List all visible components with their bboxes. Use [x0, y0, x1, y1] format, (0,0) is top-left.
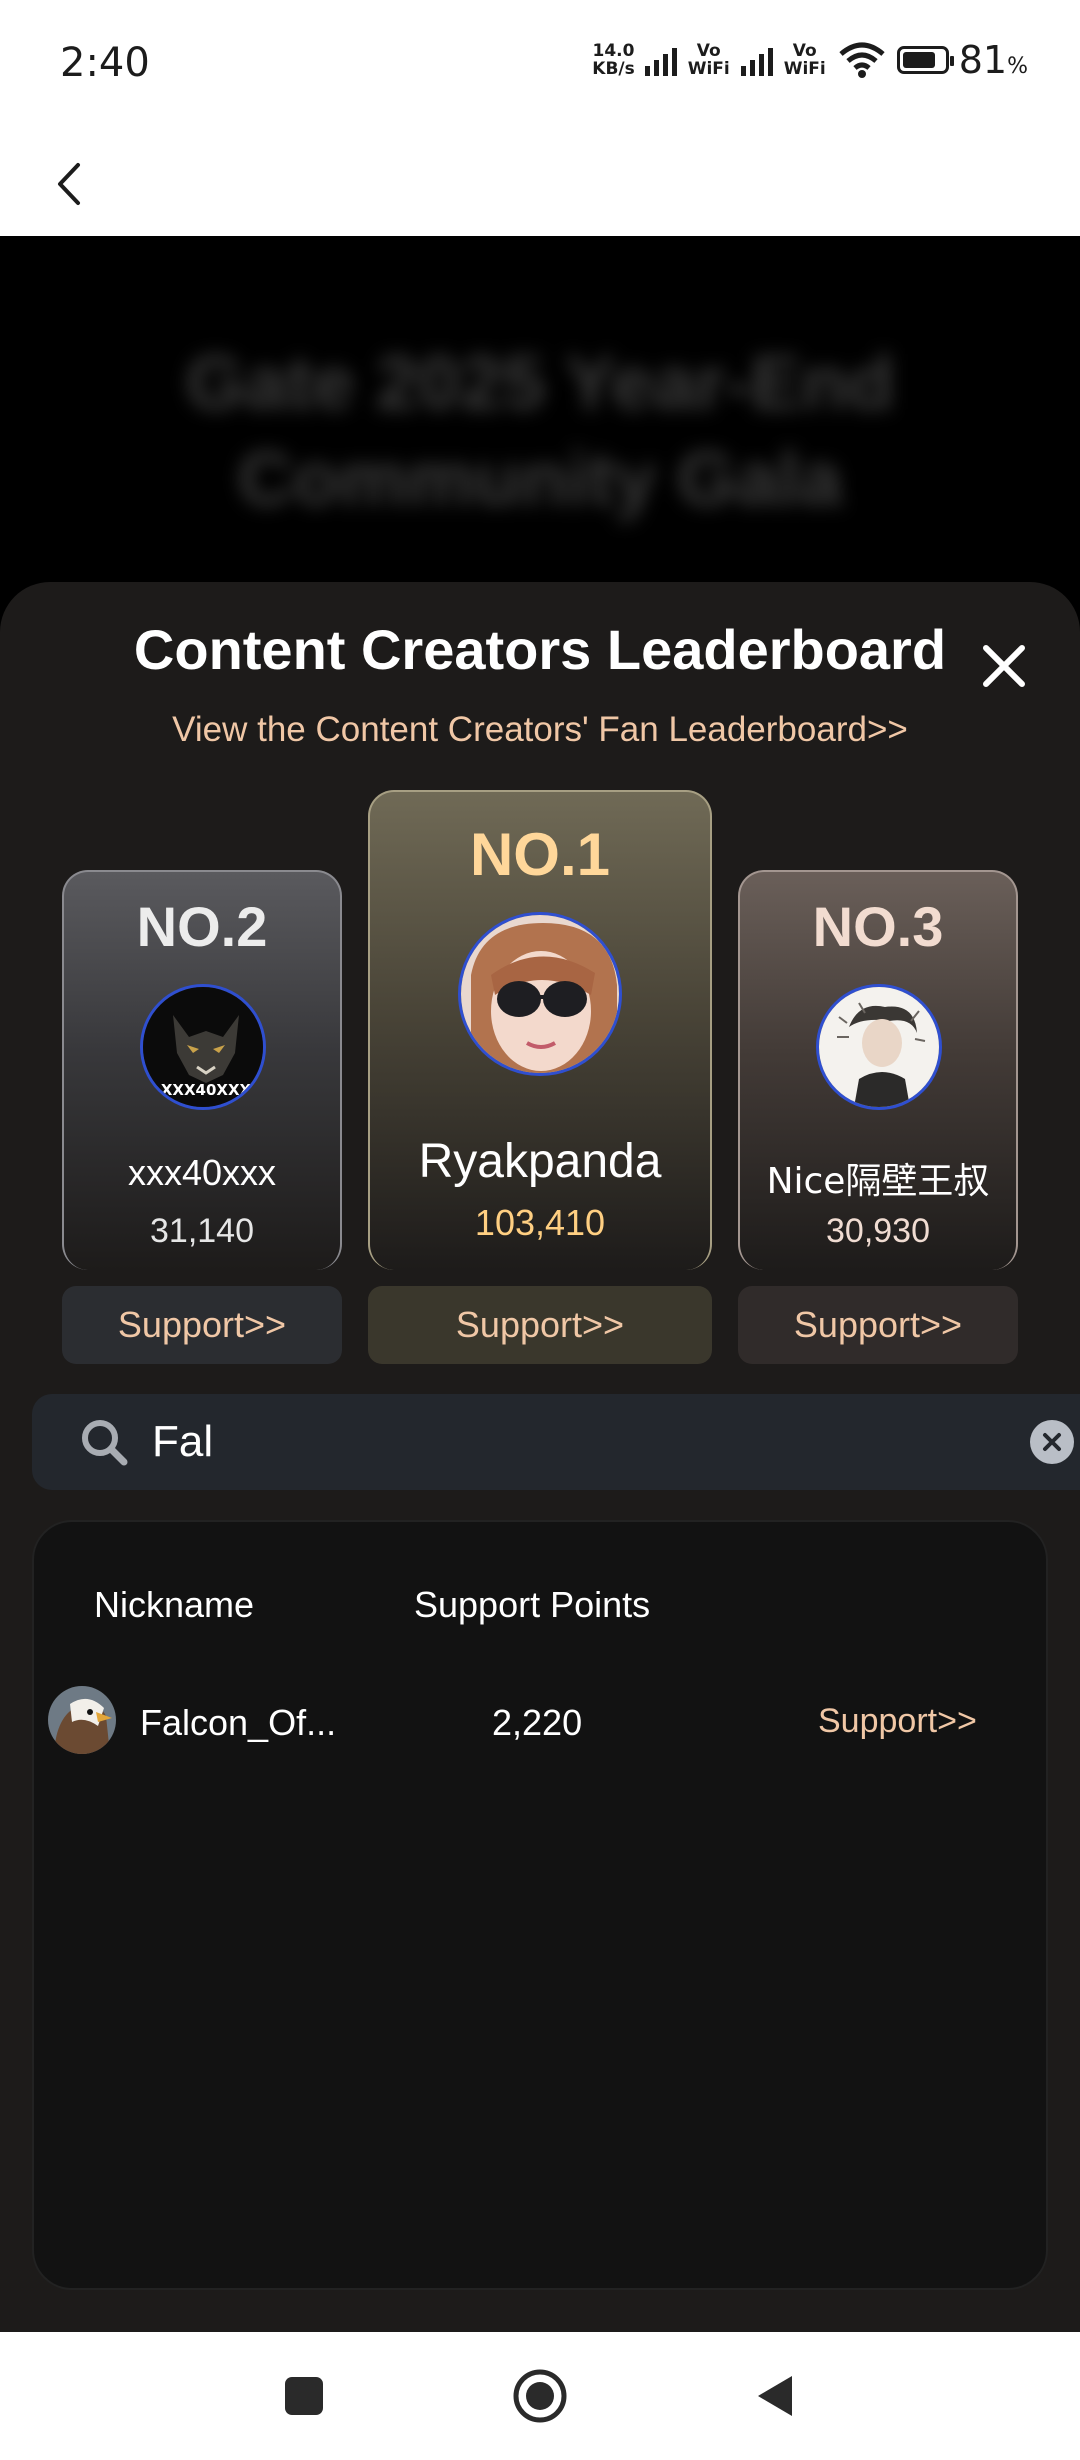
- column-header-nickname: Nickname: [94, 1584, 255, 1625]
- circle-home-icon: [513, 2369, 567, 2423]
- row-support-points: 2,220: [492, 1702, 583, 1743]
- rank-label: NO.2: [136, 895, 268, 958]
- podium-rank-3[interactable]: NO.3 Nice隔壁王叔 30,930: [738, 870, 1018, 1270]
- hero-title: Gate 2025 Year-End Community Gala: [185, 341, 895, 522]
- recent-apps-button[interactable]: [272, 2364, 336, 2428]
- battery-percent: 81%: [958, 38, 1028, 82]
- row-nickname: Falcon_Of...: [140, 1702, 337, 1743]
- support-button-rank-3[interactable]: Support>>: [738, 1286, 1018, 1364]
- search-icon: [82, 1420, 128, 1466]
- vowifi-label: Vo WiFi: [687, 41, 730, 79]
- close-icon: [983, 645, 1025, 687]
- system-nav-bar: [0, 2332, 1080, 2460]
- avatar[interactable]: [458, 912, 622, 1076]
- svg-text:XXX40XXX: XXX40XXX: [161, 1081, 252, 1099]
- rank-label: NO.1: [469, 821, 611, 888]
- podium-rank-2[interactable]: NO.2 XXX40XXX xxx40xxx 31,140: [62, 870, 342, 1270]
- triangle-back-icon: [758, 2376, 792, 2416]
- creator-name: xxx40xxx: [127, 1152, 277, 1193]
- chevron-left-icon: [58, 163, 80, 205]
- fan-leaderboard-link[interactable]: View the Content Creators' Fan Leaderboa…: [0, 710, 1080, 750]
- signal-icon: [644, 44, 677, 76]
- creator-score: 30,930: [826, 1212, 930, 1250]
- avatar: [48, 1686, 116, 1754]
- rank-label: NO.3: [812, 895, 944, 958]
- back-nav-button[interactable]: [742, 2364, 806, 2428]
- clear-icon: [1043, 1433, 1061, 1451]
- square-icon: [285, 2377, 323, 2415]
- status-time: 2:40: [60, 40, 150, 86]
- clear-search-button[interactable]: [1030, 1420, 1074, 1464]
- support-button-rank-2[interactable]: Support>>: [62, 1286, 342, 1364]
- creator-score: 31,140: [150, 1212, 254, 1250]
- row-support-button[interactable]: Support>>: [818, 1702, 977, 1741]
- wifi-icon: [839, 42, 885, 78]
- back-button[interactable]: [30, 144, 110, 224]
- podium-rank-1[interactable]: NO.1 Ryakpanda 103,410: [368, 790, 712, 1270]
- support-button-rank-1[interactable]: Support>>: [368, 1286, 712, 1364]
- app-header: [0, 130, 1080, 236]
- battery-icon: [896, 46, 954, 74]
- search-bar[interactable]: [32, 1394, 1080, 1490]
- hero-banner: Gate 2025 Year-End Community Gala: [0, 236, 1080, 596]
- avatar[interactable]: [816, 984, 942, 1110]
- vowifi-label: Vo WiFi: [783, 41, 826, 79]
- status-icons: 14.0 KB/s Vo WiFi Vo WiFi 81%: [592, 38, 1028, 82]
- leaderboard-sheet: Content Creators Leaderboard View the Co…: [0, 582, 1080, 2332]
- status-bar: 2:40 14.0 KB/s Vo WiFi Vo WiFi 81%: [0, 0, 1080, 130]
- search-input[interactable]: [152, 1408, 952, 1476]
- signal-icon: [740, 44, 773, 76]
- creator-name: Nice隔壁王叔: [766, 1161, 990, 1202]
- close-button[interactable]: [970, 632, 1038, 700]
- table-row[interactable]: Falcon_Of... 2,220 Support>>: [34, 1682, 1050, 1762]
- sheet-title: Content Creators Leaderboard: [133, 618, 947, 681]
- column-header-support-points: Support Points: [414, 1584, 651, 1625]
- results-card: Nickname Support Points Falcon_Of... 2,2…: [32, 1520, 1048, 2290]
- creator-score: 103,410: [474, 1202, 606, 1243]
- network-speed: 14.0 KB/s: [592, 41, 635, 79]
- creator-name: Ryakpanda: [418, 1135, 662, 1188]
- avatar[interactable]: XXX40XXX: [140, 984, 266, 1110]
- home-button[interactable]: [508, 2364, 572, 2428]
